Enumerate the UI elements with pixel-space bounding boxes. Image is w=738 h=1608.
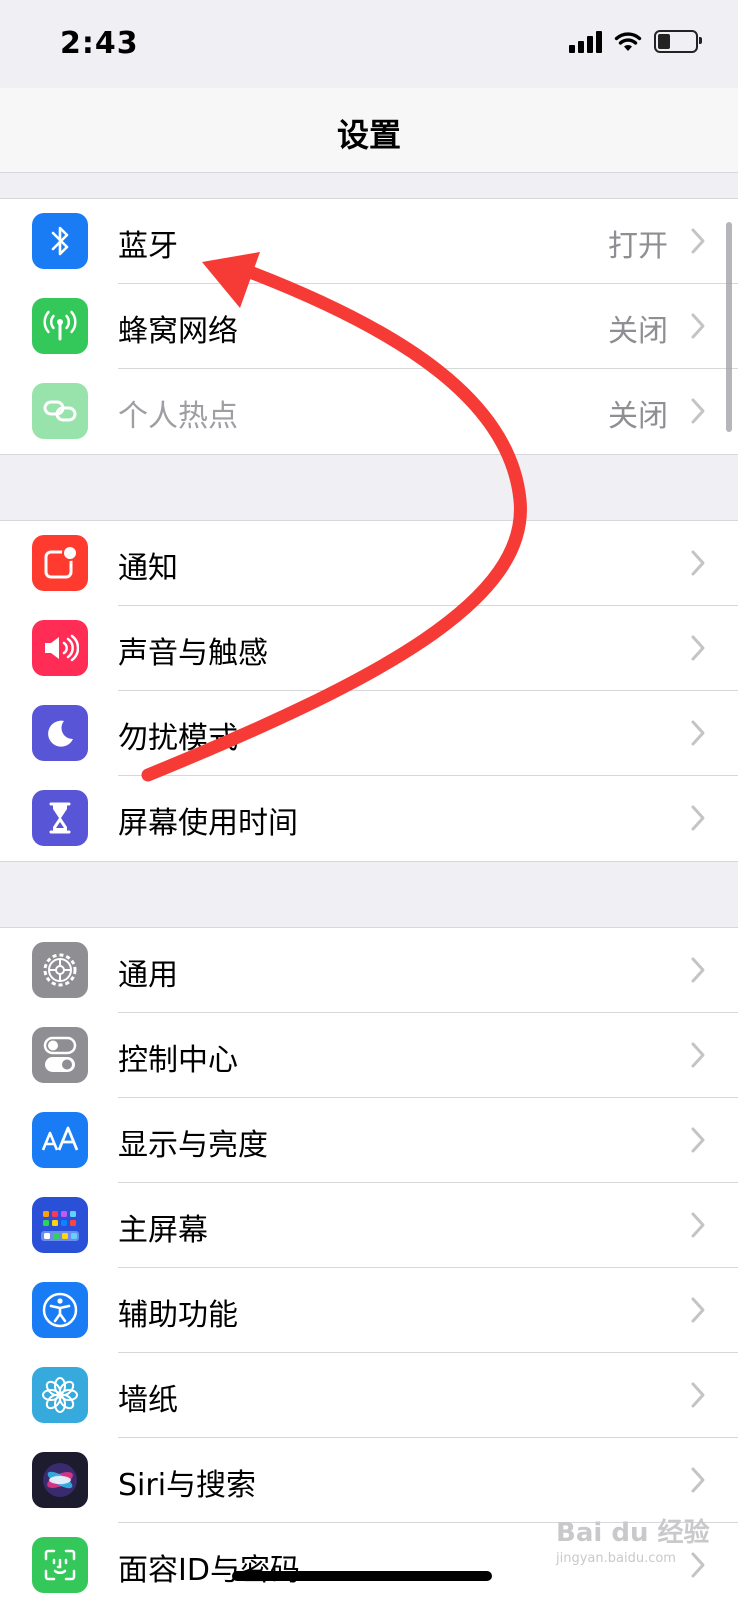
row-value: 关闭 xyxy=(608,314,668,349)
chevron-right-icon xyxy=(691,1297,705,1323)
status-icons xyxy=(569,30,702,53)
settings-row-bluetooth[interactable]: 蓝牙 打开 xyxy=(0,199,738,284)
row-label: 通用 xyxy=(118,958,178,993)
notifications-icon xyxy=(32,535,88,591)
face-id-icon xyxy=(32,1537,88,1593)
settings-row-cellular[interactable]: 蜂窝网络 关闭 xyxy=(0,284,738,369)
settings-row-sounds[interactable]: 声音与触感 xyxy=(0,606,738,691)
settings-row-notifications[interactable]: 通知 xyxy=(0,521,738,606)
chevron-right-icon xyxy=(691,313,705,339)
wifi-icon xyxy=(614,31,642,51)
status-bar: 2:43 xyxy=(0,0,738,88)
settings-row-accessibility[interactable]: 辅助功能 xyxy=(0,1268,738,1353)
status-time: 2:43 xyxy=(60,26,139,61)
gear-icon xyxy=(32,942,88,998)
row-label: 主屏幕 xyxy=(118,1213,208,1248)
row-label: 墙纸 xyxy=(118,1383,178,1418)
chevron-right-icon xyxy=(691,1212,705,1238)
hotspot-link-icon xyxy=(32,383,88,439)
settings-row-display-brightness[interactable]: 显示与亮度 xyxy=(0,1098,738,1183)
settings-row-control-center[interactable]: 控制中心 xyxy=(0,1013,738,1098)
row-label: 控制中心 xyxy=(118,1043,238,1078)
row-label: 声音与触感 xyxy=(118,636,268,671)
chevron-right-icon xyxy=(691,805,705,831)
row-label: 勿扰模式 xyxy=(118,721,238,756)
page-title: 设置 xyxy=(336,116,401,154)
general-section: 通用 控制中心 显示与亮度 主屏幕 辅助功能 墙纸 Siri与搜索 面容ID与密… xyxy=(0,927,738,1608)
accessibility-icon xyxy=(32,1282,88,1338)
siri-icon xyxy=(32,1452,88,1508)
row-label: 通知 xyxy=(118,551,178,586)
row-label: 显示与亮度 xyxy=(118,1128,268,1163)
row-label: 屏幕使用时间 xyxy=(118,806,298,841)
moon-icon xyxy=(32,705,88,761)
settings-row-personal-hotspot[interactable]: 个人热点 关闭 xyxy=(0,369,738,454)
row-label: 蓝牙 xyxy=(118,229,178,264)
row-value: 打开 xyxy=(608,229,668,264)
chevron-right-icon xyxy=(691,1127,705,1153)
scroll-indicator xyxy=(726,222,732,432)
toggle-switches-icon xyxy=(32,1027,88,1083)
chevron-right-icon xyxy=(691,1382,705,1408)
navigation-bar: 设置 xyxy=(0,88,738,173)
home-indicator[interactable] xyxy=(232,1571,492,1581)
battery-icon xyxy=(654,30,702,53)
chevron-right-icon xyxy=(691,1042,705,1068)
settings-row-general[interactable]: 通用 xyxy=(0,928,738,1013)
settings-row-siri-search[interactable]: Siri与搜索 xyxy=(0,1438,738,1523)
chevron-right-icon xyxy=(691,635,705,661)
row-label: 个人热点 xyxy=(118,399,238,434)
chevron-right-icon xyxy=(691,720,705,746)
connectivity-section: 蓝牙 打开 蜂窝网络 关闭 个人热点 关闭 xyxy=(0,198,738,455)
hourglass-icon xyxy=(32,790,88,846)
chevron-right-icon xyxy=(691,550,705,576)
cellular-signal-icon xyxy=(569,30,602,53)
chevron-right-icon xyxy=(691,957,705,983)
chevron-right-icon xyxy=(691,228,705,254)
chevron-right-icon xyxy=(691,1467,705,1493)
wallpaper-flower-icon xyxy=(32,1367,88,1423)
row-label: 面容ID与密码 xyxy=(118,1553,300,1588)
row-label: 蜂窝网络 xyxy=(118,314,238,349)
chevron-right-icon xyxy=(691,398,705,424)
bluetooth-icon xyxy=(32,213,88,269)
row-label: 辅助功能 xyxy=(118,1298,238,1333)
home-screen-grid-icon xyxy=(32,1197,88,1253)
settings-row-home-screen[interactable]: 主屏幕 xyxy=(0,1183,738,1268)
text-size-aa-icon xyxy=(32,1112,88,1168)
notifications-section: 通知 声音与触感 勿扰模式 屏幕使用时间 xyxy=(0,520,738,862)
settings-row-wallpaper[interactable]: 墙纸 xyxy=(0,1353,738,1438)
speaker-icon xyxy=(32,620,88,676)
row-value: 关闭 xyxy=(608,399,668,434)
cellular-antenna-icon xyxy=(32,298,88,354)
settings-row-screen-time[interactable]: 屏幕使用时间 xyxy=(0,776,738,861)
watermark-logo: Bai du 经验 jingyan.baidu.com xyxy=(556,1518,710,1566)
row-label: Siri与搜索 xyxy=(118,1468,257,1503)
settings-row-do-not-disturb[interactable]: 勿扰模式 xyxy=(0,691,738,776)
